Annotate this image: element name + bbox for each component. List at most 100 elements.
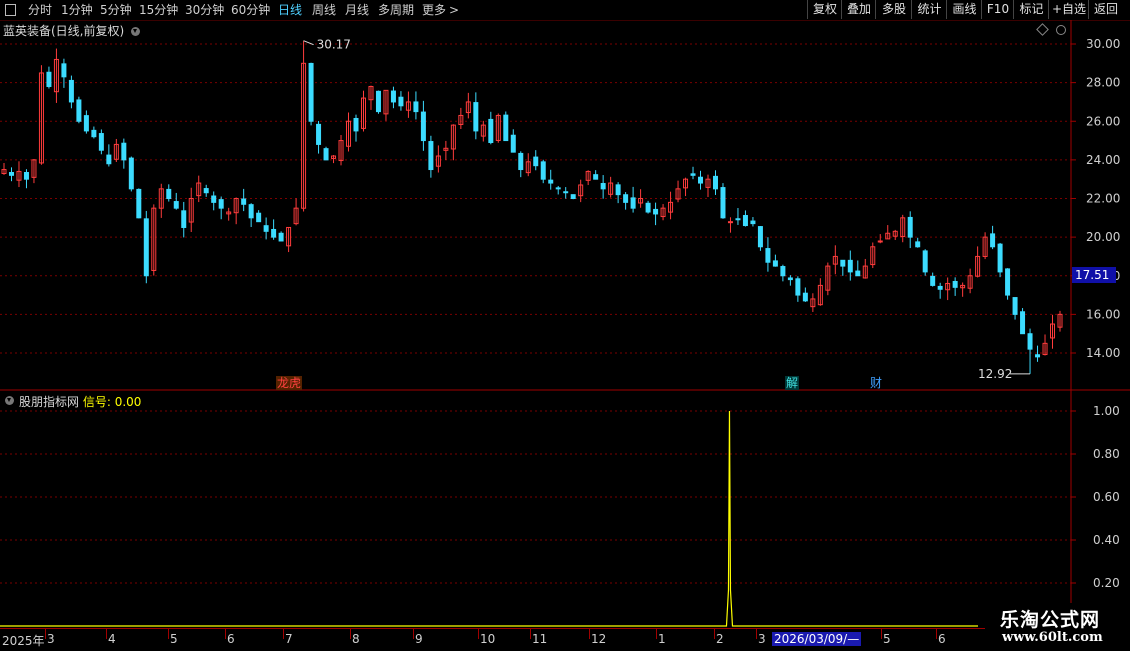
candle-body [690, 173, 696, 176]
candle-body [772, 260, 778, 267]
period-tab-5min[interactable]: 5分钟 [100, 2, 132, 18]
candle-body [46, 71, 52, 87]
period-tab-15min[interactable]: 15分钟 [139, 2, 178, 18]
candle-body [181, 210, 187, 228]
period-tab-60min[interactable]: 60分钟 [231, 2, 270, 18]
candle-body [615, 184, 621, 196]
candle-body [121, 142, 127, 161]
period-tab-multi[interactable]: 多周期 [378, 2, 414, 18]
year-label: 2025年 [2, 634, 45, 648]
window-icon[interactable] [5, 4, 16, 16]
candle-body [83, 115, 89, 132]
mark-button[interactable]: 标记 [1013, 0, 1049, 19]
back-button[interactable]: 返回 [1088, 0, 1123, 19]
candle-body [473, 102, 479, 132]
month-tick [936, 629, 937, 639]
indicator-tick-label: 0.20 [1093, 576, 1120, 590]
right-side-panel-edge [1118, 40, 1130, 380]
candle-body [218, 199, 224, 209]
draw-line-button[interactable]: 画线 [946, 0, 982, 19]
candle-body [428, 141, 434, 171]
month-label: 2 [716, 632, 724, 646]
candle-body [757, 226, 763, 248]
candlestick-chart[interactable]: 14.0016.0018.0020.0022.0024.0026.0028.00… [0, 20, 1130, 391]
candle-body [76, 99, 82, 122]
candle-body [645, 202, 651, 213]
candle-body [623, 194, 629, 203]
candle-body [533, 156, 539, 167]
indicator-title: 股朋指标网 信号: 0.00 [19, 393, 141, 410]
candle-body [840, 259, 846, 267]
period-tab-1min[interactable]: 1分钟 [61, 2, 93, 18]
cursor-date-tag: 2026/03/09/— [772, 632, 862, 646]
f10-button[interactable]: F10 [981, 0, 1014, 19]
candle-body [1035, 354, 1041, 358]
stock-title-text: 蓝英装备(日线,前复权) [3, 24, 125, 38]
candle-body [735, 218, 741, 221]
month-tick [225, 629, 226, 639]
chevron-down-icon[interactable] [131, 27, 141, 36]
candle-body [61, 63, 67, 78]
period-tab-monthly[interactable]: 月线 [345, 2, 369, 18]
candle-body [802, 292, 808, 302]
event-marker-longhu[interactable]: 龙虎 [276, 376, 303, 390]
event-marker-cai[interactable]: 财 [869, 376, 883, 390]
month-label: 3 [47, 632, 55, 646]
month-label: 4 [108, 632, 116, 646]
candle-body [1020, 311, 1026, 335]
indicator-chart[interactable]: 0.20 0.40 0.60 0.80 1.00 [0, 390, 1130, 630]
multi-stock-button[interactable]: 多股 [875, 0, 912, 19]
candle-body [727, 221, 733, 224]
date-axis: 2025年 3 4 5 6 7 8 9 10 11 12 1 2 3 5 6 [0, 628, 1072, 651]
indicator-tick-label: 1.00 [1093, 404, 1120, 418]
add-watchlist-button[interactable]: +自选 [1048, 0, 1089, 19]
price-tick-label: 30.00 [1086, 37, 1120, 51]
period-tab-weekly[interactable]: 周线 [312, 2, 336, 18]
month-tick [714, 629, 715, 639]
candle-body [795, 278, 801, 296]
candle-body [698, 176, 704, 184]
candle-body [323, 148, 329, 161]
candle-body [518, 152, 524, 171]
circle-icon[interactable] [1056, 25, 1066, 35]
month-label: 11 [532, 632, 548, 646]
overlay-button[interactable]: 叠加 [841, 0, 876, 19]
fuquan-button[interactable]: 复权 [807, 0, 842, 19]
statistics-button[interactable]: 统计 [911, 0, 947, 19]
watermark-url: www.60lt.com [1002, 630, 1103, 645]
candle-body [952, 280, 958, 288]
candle-body [1012, 297, 1018, 315]
candle-body [600, 183, 606, 190]
signal-line [0, 410, 978, 627]
chevron-right-icon[interactable]: > [449, 2, 459, 18]
period-tab-daily[interactable]: 日线 [278, 2, 302, 18]
price-tick-label: 16.00 [1086, 307, 1120, 321]
period-toolbar: 分时 1分钟 5分钟 15分钟 30分钟 60分钟 日线 周线 月线 多周期 更… [0, 0, 1130, 21]
month-label: 10 [480, 632, 496, 646]
candle-body [106, 154, 112, 165]
period-tab-fenshi[interactable]: 分时 [28, 2, 52, 18]
stock-title[interactable]: 蓝英装备(日线,前复权) [3, 22, 141, 39]
candle-body [211, 195, 217, 203]
candle-body [166, 188, 172, 200]
candle-body [630, 197, 636, 209]
current-price-tag: 17.51 [1072, 267, 1116, 283]
event-marker-jie[interactable]: 解 [785, 376, 800, 390]
candle-body [23, 171, 29, 180]
period-tab-30min[interactable]: 30分钟 [185, 2, 224, 18]
candle-body [136, 188, 142, 219]
candle-body [8, 171, 14, 176]
candle-body [1027, 333, 1033, 350]
low-price-label: 12.92 [978, 367, 1012, 381]
candle-body [593, 174, 599, 180]
candle-body [787, 277, 793, 281]
candle-body [488, 118, 494, 143]
candle-body [503, 114, 509, 142]
chevron-down-icon[interactable] [5, 396, 14, 405]
candle-body [750, 220, 756, 225]
candle-body [990, 233, 996, 248]
period-tab-more[interactable]: 更多 [422, 2, 446, 18]
candle-body [278, 232, 284, 242]
month-tick [478, 629, 479, 639]
price-tick-label: 26.00 [1086, 114, 1120, 128]
